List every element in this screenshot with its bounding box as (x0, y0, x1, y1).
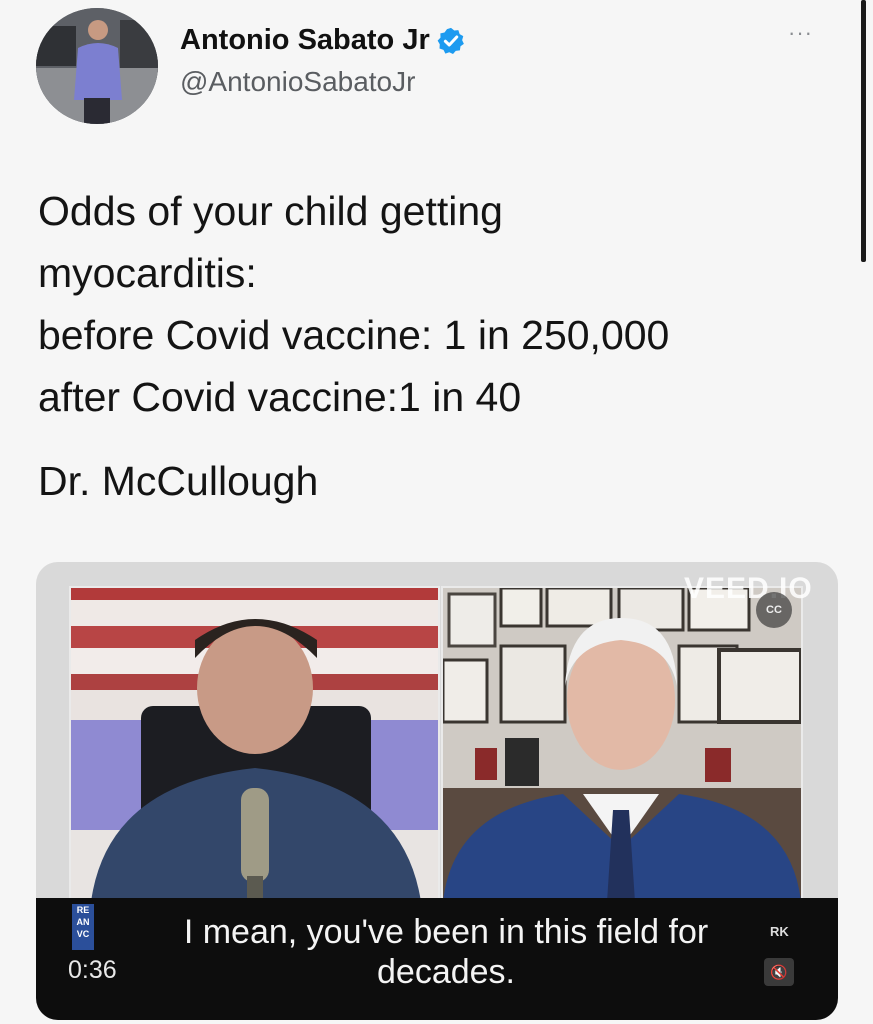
avatar-photo (36, 8, 158, 124)
tweet-line: after Covid vaccine:1 in 40 (38, 374, 522, 420)
tweet-line: before Covid vaccine: 1 in 250,000 (38, 312, 670, 358)
tweet-screenshot: Antonio Sabato Jr @AntonioSabatoJr ··· O… (0, 0, 873, 1024)
video-player[interactable]: VEED.IO CC RE AN VC I mean, you've been … (36, 562, 838, 1020)
author-handle[interactable]: @AntonioSabatoJr (180, 66, 415, 98)
author-display-name[interactable]: Antonio Sabato Jr (180, 24, 430, 57)
caption-line: I mean, you've been in this field for (183, 913, 709, 951)
tweet-line: Odds of your child getting (38, 188, 503, 234)
caption-line: decades. (377, 953, 515, 991)
video-pane-right (441, 586, 803, 904)
host-frame-image (71, 588, 438, 902)
channel-tag: RE AN VC (72, 904, 94, 950)
tweet-text: Odds of your child getting myocarditis: … (38, 180, 838, 428)
avatar[interactable] (36, 8, 158, 124)
more-options-icon[interactable]: ··· (788, 22, 813, 44)
mute-icon[interactable]: 🔇 (764, 958, 794, 986)
video-watermark: VEED.IO (684, 572, 813, 605)
verified-badge-icon (437, 27, 464, 54)
guest-frame-image (443, 588, 801, 902)
author-name-row: Antonio Sabato Jr (180, 24, 466, 57)
video-pane-left (69, 586, 440, 904)
closed-captions-icon[interactable]: CC (756, 592, 792, 628)
scrollbar[interactable] (861, 0, 866, 262)
tweet-line: myocarditis: (38, 250, 257, 296)
video-caption: I mean, you've been in this field for de… (126, 912, 766, 992)
video-timestamp: 0:36 (68, 956, 117, 984)
tweet-signature: Dr. McCullough (38, 458, 319, 504)
channel-logo-tag: RK (770, 924, 789, 939)
